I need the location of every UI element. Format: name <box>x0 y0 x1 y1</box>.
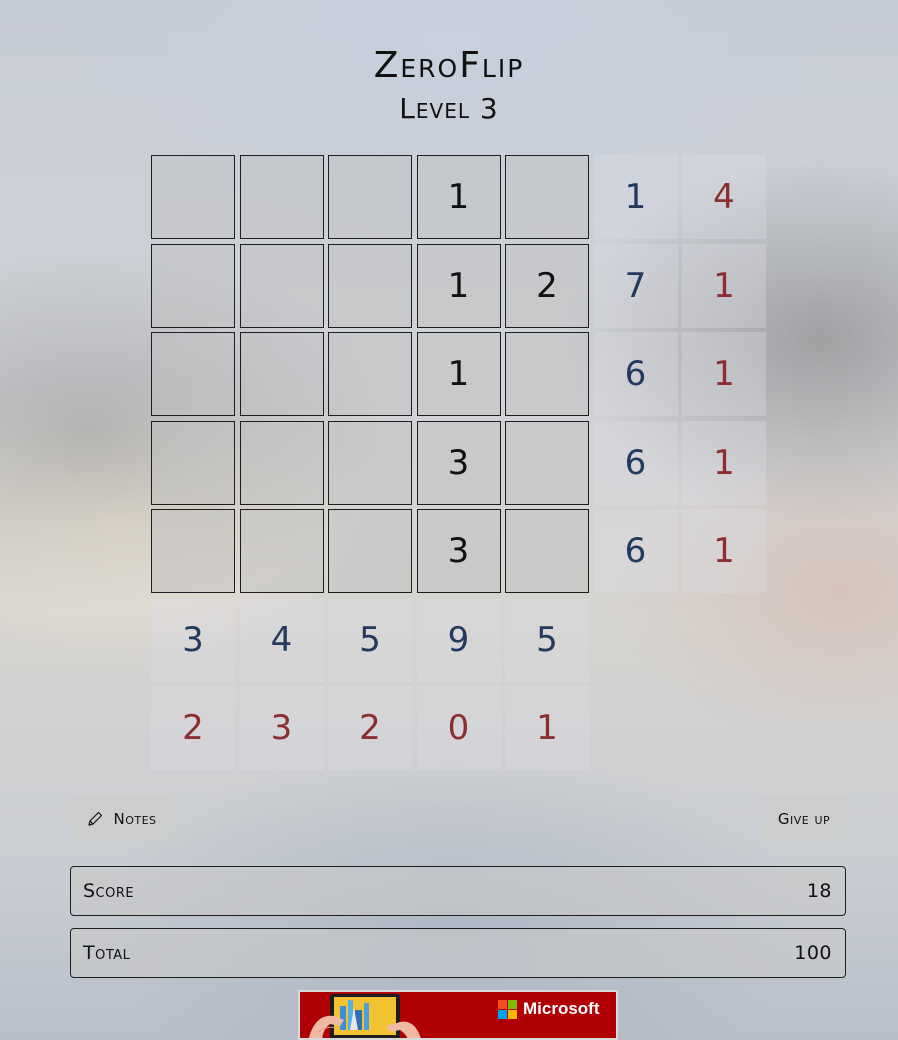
row-zero-hint: 4 <box>682 155 766 239</box>
grid-tile[interactable]: 2 <box>505 243 589 328</box>
notes-label: Notes <box>113 810 157 828</box>
grid-tile[interactable]: 3 <box>416 420 501 505</box>
column-sum-hint: 9 <box>416 597 501 682</box>
grid-tile[interactable] <box>239 155 324 239</box>
grid-tile[interactable] <box>505 332 589 416</box>
grid-tile[interactable] <box>239 420 324 505</box>
row-sum-hint: 1 <box>593 155 678 239</box>
logo-square-yellow <box>508 1009 517 1019</box>
grid-tile[interactable] <box>151 155 235 239</box>
score-label: Score <box>83 880 135 902</box>
column-zero-hint: 2 <box>151 686 235 770</box>
grid-tile[interactable] <box>151 243 235 328</box>
game-board: 11213314716161613243529051 <box>151 155 767 771</box>
column-zero-hint: 3 <box>239 686 324 770</box>
ad-brand-name: Microsoft <box>523 999 600 1018</box>
grid-tile[interactable] <box>505 509 589 593</box>
column-sum-hint: 3 <box>151 597 235 682</box>
row-sum-hint: 6 <box>593 420 678 505</box>
total-value: 100 <box>794 942 832 964</box>
grid-tile[interactable]: 1 <box>416 155 501 239</box>
grid-tile[interactable] <box>239 332 324 416</box>
ad-brand: Microsoft <box>498 999 600 1019</box>
column-zero-hint: 0 <box>416 686 501 770</box>
level-label: Level 3 <box>399 92 499 125</box>
ad-banner[interactable]: Microsoft <box>298 990 618 1040</box>
grid-tile[interactable]: 1 <box>416 332 501 416</box>
grid-tile[interactable] <box>328 509 412 593</box>
score-value: 18 <box>806 880 832 902</box>
microsoft-logo-icon <box>498 999 517 1019</box>
logo-square-green <box>508 999 517 1009</box>
give-up-button[interactable]: Give up <box>762 796 846 842</box>
grid-tile[interactable] <box>239 243 324 328</box>
row-sum-hint: 6 <box>593 332 678 416</box>
grid-tile[interactable]: 3 <box>416 509 501 593</box>
give-up-label: Give up <box>777 810 831 828</box>
row-sum-hint: 6 <box>593 509 678 593</box>
pencil-icon <box>86 810 104 828</box>
column-sum-hint: 5 <box>328 597 412 682</box>
grid-tile[interactable] <box>239 509 324 593</box>
grid-tile[interactable] <box>151 420 235 505</box>
row-zero-hint: 1 <box>682 420 766 505</box>
row-zero-hint: 1 <box>682 243 766 328</box>
column-zero-hint: 1 <box>505 686 589 770</box>
total-bar: Total 100 <box>70 928 846 978</box>
grid-tile[interactable] <box>328 155 412 239</box>
grid-tile[interactable]: 1 <box>416 243 501 328</box>
logo-square-red <box>498 999 507 1009</box>
notes-button[interactable]: Notes <box>70 796 173 842</box>
game-title: ZeroFlip <box>373 45 525 86</box>
row-zero-hint: 1 <box>682 332 766 416</box>
row-zero-hint: 1 <box>682 509 766 593</box>
grid-tile[interactable] <box>505 155 589 239</box>
total-label: Total <box>83 942 131 964</box>
column-zero-hint: 2 <box>328 686 412 770</box>
score-bar: Score 18 <box>70 866 846 916</box>
grid-tile[interactable] <box>328 420 412 505</box>
grid-tile[interactable] <box>151 509 235 593</box>
grid-tile[interactable] <box>328 332 412 416</box>
column-sum-hint: 5 <box>505 597 589 682</box>
column-sum-hint: 4 <box>239 597 324 682</box>
logo-square-blue <box>498 1009 507 1019</box>
grid-tile[interactable] <box>505 420 589 505</box>
grid-tile[interactable] <box>328 243 412 328</box>
ad-illustration <box>309 994 421 1038</box>
grid-tile[interactable] <box>151 332 235 416</box>
row-sum-hint: 7 <box>593 243 678 328</box>
